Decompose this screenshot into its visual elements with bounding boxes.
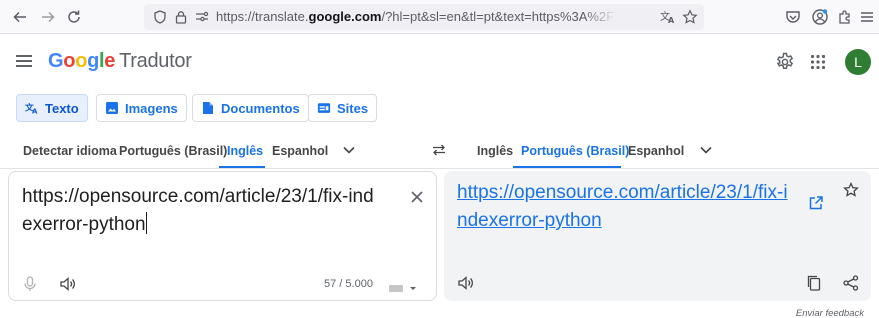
swap-icon [433, 144, 445, 156]
logo-letter: e [104, 50, 116, 72]
translate-icon: 文A [25, 101, 39, 115]
source-text: https://opensource.com/article/23/1/fix-… [22, 186, 374, 235]
logo-letter: o [75, 50, 88, 72]
mode-label: Documentos [221, 100, 300, 116]
arrow-right-icon [42, 11, 55, 23]
back-button[interactable] [8, 5, 32, 29]
source-lang-detect[interactable]: Detectar idioma [23, 144, 117, 166]
arrow-left-icon [13, 11, 26, 23]
lock-icon[interactable] [171, 7, 191, 27]
chevron-down-icon [700, 146, 712, 154]
mode-label: Texto [45, 100, 79, 116]
mode-label: Imagens [125, 100, 178, 116]
input-tools-button[interactable] [389, 280, 417, 292]
target-lang-spanish[interactable]: Espanhol [628, 144, 684, 166]
apps-grid-icon [810, 54, 826, 70]
translation-panel: https://opensource.com/article/23/1/fix-… [444, 171, 871, 301]
url-bar[interactable]: https://translate.google.com/?hl=pt&sl=e… [144, 4, 704, 30]
avatar[interactable]: L [845, 49, 871, 75]
website-icon [317, 101, 331, 115]
gear-icon [776, 52, 794, 70]
document-icon [201, 101, 215, 115]
source-text-input[interactable]: https://opensource.com/article/23/1/fix-… [22, 183, 382, 239]
mode-sites-button[interactable]: Sites [308, 94, 378, 122]
chevron-down-icon [343, 146, 355, 154]
copy-icon [807, 275, 821, 291]
svg-text:A: A [668, 16, 675, 25]
permissions-icon[interactable] [192, 7, 212, 27]
mode-text-button[interactable]: 文A Texto [16, 94, 88, 122]
apps-button[interactable] [805, 49, 831, 75]
share-translation-button[interactable] [840, 272, 862, 294]
settings-button[interactable] [772, 49, 798, 75]
source-lang-spanish[interactable]: Espanhol [272, 144, 328, 166]
voice-input-button[interactable] [19, 273, 41, 295]
main-menu-button[interactable] [14, 52, 34, 70]
translation-link[interactable]: https://opensource.com/article/23/1/fix-… [457, 179, 797, 235]
url-prefix: https://translate. [216, 9, 309, 24]
url-rest: /?hl=pt&sl=en&tl=pt&text=https%3A%2F%2Fo… [381, 9, 614, 24]
microphone-icon [24, 276, 36, 291]
listen-translation-button[interactable] [455, 272, 477, 294]
send-feedback-link[interactable]: Enviar feedback [796, 308, 864, 318]
listen-source-button[interactable] [57, 273, 79, 295]
star-icon[interactable] [680, 7, 700, 27]
mode-label: Sites [337, 100, 369, 116]
target-lang-english[interactable]: Inglês [477, 144, 513, 166]
source-panel: https://opensource.com/article/23/1/fix-… [8, 171, 437, 301]
language-bar-divider [0, 168, 879, 169]
app-logo[interactable]: Google Tradutor [48, 50, 192, 73]
close-icon [411, 191, 423, 203]
source-lang-english[interactable]: Inglês [227, 144, 263, 166]
open-in-new-icon [809, 196, 823, 210]
product-name: Tradutor [119, 50, 192, 72]
logo-letter: g [87, 50, 100, 72]
mode-images-button[interactable]: Imagens [96, 94, 187, 122]
star-icon [843, 182, 859, 197]
character-counter: 57 / 5.000 [324, 278, 373, 290]
menu-icon[interactable] [856, 6, 878, 28]
url-text[interactable]: https://translate.google.com/?hl=pt&sl=e… [216, 9, 614, 24]
shield-icon[interactable] [150, 7, 170, 27]
reload-icon [68, 10, 80, 23]
mode-documents-button[interactable]: Documentos [192, 94, 309, 122]
logo-letter: o [63, 50, 76, 72]
forward-button[interactable] [36, 5, 60, 29]
text-cursor [145, 212, 147, 234]
url-fade [584, 6, 616, 28]
save-translation-button[interactable] [840, 179, 862, 201]
logo-letter: G [48, 50, 64, 72]
svg-text:A: A [32, 107, 38, 115]
target-lang-portuguese[interactable]: Português (Brasil) [521, 144, 629, 166]
copy-translation-button[interactable] [803, 272, 825, 294]
clear-text-button[interactable] [406, 186, 428, 208]
reload-button[interactable] [62, 5, 86, 29]
swap-languages-button[interactable] [428, 139, 450, 161]
source-lang-portuguese[interactable]: Português (Brasil) [119, 144, 227, 166]
url-domain: google.com [308, 9, 382, 24]
share-icon [843, 275, 859, 291]
extensions-icon[interactable] [834, 6, 856, 28]
translate-icon[interactable]: 文A [658, 7, 678, 27]
target-lang-more-button[interactable] [695, 139, 717, 161]
account-icon[interactable] [809, 6, 831, 28]
browser-toolbar: https://translate.google.com/?hl=pt&sl=e… [0, 0, 879, 34]
source-lang-more-button[interactable] [338, 139, 360, 161]
pocket-icon[interactable] [782, 6, 804, 28]
speaker-icon [60, 277, 75, 291]
keyboard-icon [389, 285, 416, 292]
open-link-button[interactable] [805, 192, 827, 214]
speaker-icon [458, 276, 473, 290]
image-icon [105, 101, 119, 115]
